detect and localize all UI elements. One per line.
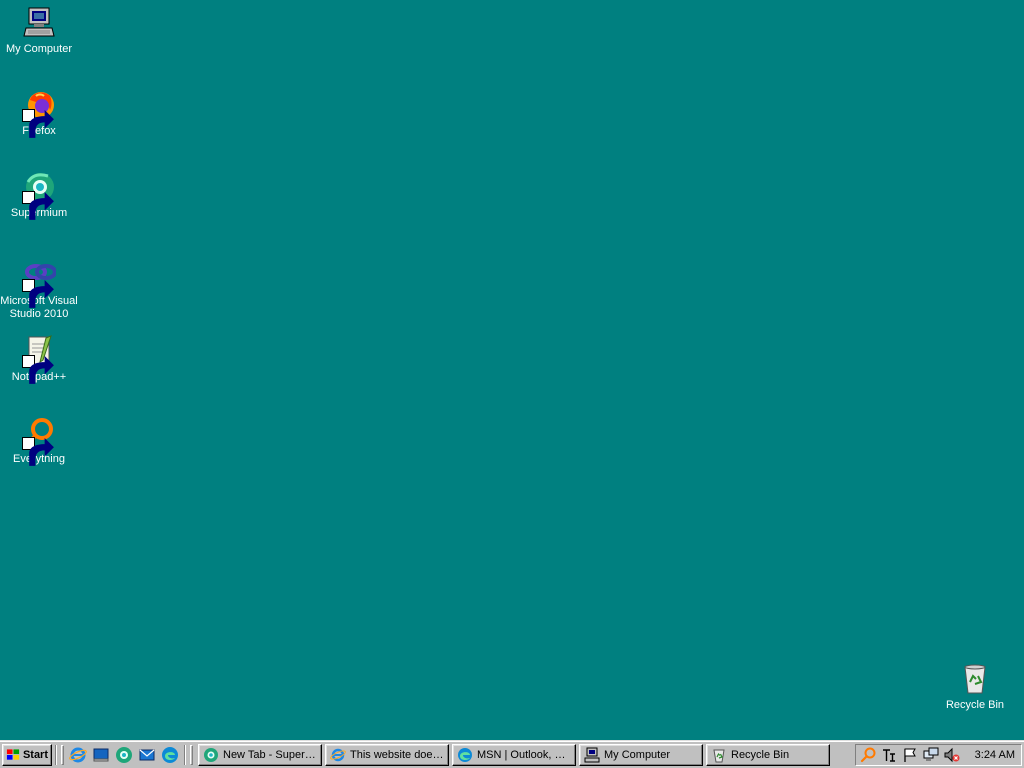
task-button-supermium[interactable]: New Tab - Superm... xyxy=(198,743,322,766)
visual-studio-icon xyxy=(22,258,56,308)
tray-ime[interactable] xyxy=(881,747,897,763)
task-label: New Tab - Superm... xyxy=(223,748,317,761)
task-label: My Computer xyxy=(604,748,671,761)
desktop-icon-recycle-bin[interactable]: Recycle Bin xyxy=(936,662,1014,712)
shortcut-arrow-icon xyxy=(22,191,54,220)
desktop-icon-everything[interactable]: Everything xyxy=(0,416,78,466)
recycle-bin-icon xyxy=(958,662,992,696)
quick-launch-edge[interactable] xyxy=(161,746,179,764)
windows-logo-icon xyxy=(6,748,20,760)
edge-icon xyxy=(457,747,473,763)
shortcut-arrow-icon xyxy=(22,437,54,466)
network-icon xyxy=(923,747,939,761)
tray-everything[interactable] xyxy=(860,747,876,763)
computer-icon xyxy=(584,747,600,763)
notepad-plus-plus-icon xyxy=(22,334,56,384)
task-button-my-computer[interactable]: My Computer xyxy=(579,743,703,766)
desktop-icon-visual-studio[interactable]: Microsoft Visual Studio 2010 xyxy=(0,258,78,321)
internet-explorer-icon xyxy=(69,747,87,762)
tray-action-center[interactable] xyxy=(902,747,918,763)
start-button[interactable]: Start xyxy=(2,743,52,766)
desktop-icon-my-computer[interactable]: My Computer xyxy=(0,6,78,56)
desktop-icon-firefox[interactable]: Firefox xyxy=(0,88,78,138)
firefox-icon xyxy=(22,88,56,138)
task-button-recycle-bin[interactable]: Recycle Bin xyxy=(706,743,830,766)
shortcut-arrow-icon xyxy=(22,279,54,308)
quick-launch-grip[interactable] xyxy=(61,744,64,765)
task-button-edge[interactable]: MSN | Outlook, Off... xyxy=(452,743,576,766)
internet-explorer-icon xyxy=(330,747,346,763)
recycle-bin-icon xyxy=(711,747,727,763)
computer-icon xyxy=(22,6,56,40)
clock[interactable]: 3:24 AM xyxy=(975,749,1015,761)
quick-launch-supermium[interactable] xyxy=(115,746,133,764)
task-label: This website does... xyxy=(350,748,444,761)
flag-icon xyxy=(903,748,916,762)
outlook-express-icon xyxy=(139,749,155,760)
tray-network[interactable] xyxy=(923,747,939,763)
tray-volume[interactable] xyxy=(944,747,960,763)
task-label: MSN | Outlook, Off... xyxy=(477,748,571,761)
task-label: Recycle Bin xyxy=(731,748,790,761)
shortcut-arrow-icon xyxy=(22,355,54,384)
ime-icon xyxy=(882,748,895,762)
desktop-icon-supermium[interactable]: Supermium xyxy=(0,170,78,220)
quick-launch-outlook-express[interactable] xyxy=(138,746,156,764)
desktop-icon-notepad-plus-plus[interactable]: Notepad++ xyxy=(0,334,78,384)
volume-muted-icon xyxy=(944,747,960,762)
everything-search-icon xyxy=(860,747,876,762)
taskbar: Start New Tab - Superm... This website d… xyxy=(0,740,1024,768)
show-desktop-icon xyxy=(93,748,109,761)
edge-icon xyxy=(162,746,178,763)
supermium-icon xyxy=(203,747,219,763)
desktop-icon-label: My Computer xyxy=(5,43,73,55)
quick-launch-show-desktop[interactable] xyxy=(92,746,110,764)
taskbar-separator xyxy=(184,744,186,765)
everything-search-icon xyxy=(22,416,56,466)
task-button-internet-explorer[interactable]: This website does... xyxy=(325,743,449,766)
desktop-icon-label: Recycle Bin xyxy=(945,699,1005,711)
tasks-grip[interactable] xyxy=(190,744,193,765)
shortcut-arrow-icon xyxy=(22,109,54,138)
system-tray: 3:24 AM xyxy=(854,743,1022,766)
supermium-icon xyxy=(22,170,56,220)
quick-launch xyxy=(67,746,181,764)
quick-launch-internet-explorer[interactable] xyxy=(69,746,87,764)
start-label: Start xyxy=(22,748,48,761)
supermium-icon xyxy=(116,746,132,763)
taskbar-separator xyxy=(55,744,57,765)
task-list: New Tab - Superm... This website does...… xyxy=(198,743,830,766)
